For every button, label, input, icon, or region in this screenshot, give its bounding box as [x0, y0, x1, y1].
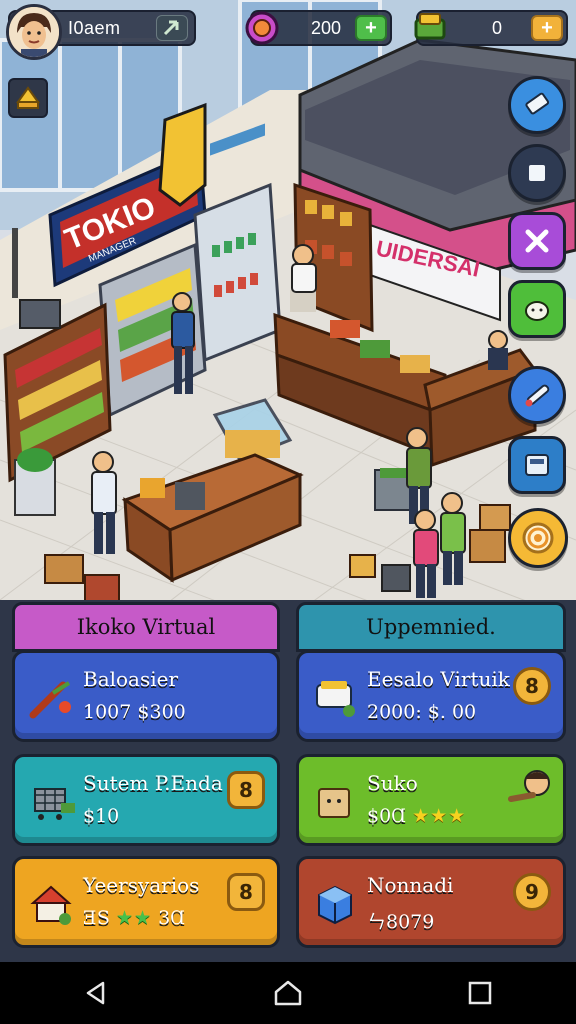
- section-title-left: Ikoko Virtual: [76, 615, 216, 639]
- house-icon: [30, 885, 72, 925]
- card-subtitle: ƎS ★★ 3Ɑ: [83, 907, 185, 929]
- card-title: Nonnadi: [367, 873, 454, 897]
- cash-amount: 0: [491, 17, 502, 38]
- collapse-arrow-icon: [163, 20, 179, 36]
- puppy-icon: [525, 301, 549, 321]
- stop-icon: [529, 165, 545, 181]
- spiral-icon: [522, 522, 554, 554]
- card-title: Suko: [367, 771, 418, 795]
- upgrade-card[interactable]: Sutem P.Enda $10 8: [12, 754, 280, 846]
- gem-amount: 200: [310, 17, 342, 38]
- level-badge: 9: [513, 873, 551, 911]
- paintbrush-icon: [525, 384, 550, 407]
- pet-button[interactable]: [508, 280, 566, 338]
- cash-stack-icon: [414, 13, 446, 40]
- cash-counter: 0 +: [414, 10, 568, 46]
- system-nav-bar: [0, 962, 576, 1024]
- card-subtitle: $10: [83, 805, 120, 827]
- stop-button[interactable]: [508, 144, 566, 202]
- card-subtitle: 1007 $300: [83, 701, 186, 723]
- register-icon: [525, 454, 549, 476]
- edit-button[interactable]: [508, 76, 566, 134]
- gem-icon: [245, 11, 279, 45]
- staff-portrait-icon: [508, 770, 550, 802]
- gem-counter: 200 +: [245, 10, 392, 46]
- avatar-face-icon: [9, 7, 59, 57]
- badge-icon: [16, 86, 40, 109]
- upgrade-card[interactable]: Suko $0Ɑ ★★★: [296, 754, 566, 846]
- level-badge: 8: [227, 873, 265, 911]
- price-extra: 3Ɑ: [158, 907, 186, 929]
- store-scene[interactable]: TOKIO MANAGER UIDERSAI: [0, 0, 576, 640]
- chili-icon: [29, 681, 71, 719]
- player-name: I0aem: [68, 17, 121, 38]
- star-rating: ★★: [115, 907, 153, 929]
- level-badge: 8: [227, 771, 265, 809]
- card-title: Baloasier: [83, 667, 179, 691]
- add-cash-button[interactable]: +: [531, 15, 563, 41]
- cube-icon: [318, 885, 352, 925]
- plus-icon: +: [365, 16, 377, 39]
- baker-npc: [291, 244, 317, 293]
- upgrade-card[interactable]: Nonnadi ㄣ8079 9: [296, 856, 566, 948]
- section-header-right: Uppemnied.: [296, 602, 566, 652]
- close-icon: [525, 229, 549, 253]
- upgrade-card[interactable]: Baloasier 1007 $300: [12, 650, 280, 742]
- achievements-button[interactable]: [8, 78, 48, 118]
- card-title: Eesalo Virtuik: [367, 667, 510, 691]
- section-title-right: Uppemnied.: [366, 615, 496, 639]
- avatar[interactable]: [6, 4, 62, 60]
- price: $0Ɑ: [367, 805, 407, 827]
- food-tray-icon: [316, 681, 355, 717]
- card-subtitle: ㄣ8079: [367, 911, 435, 933]
- upgrade-card[interactable]: Eesalo Virtuik 2000: $. 00 8: [296, 650, 566, 742]
- inventory-button[interactable]: [508, 436, 566, 494]
- collapse-button[interactable]: [156, 15, 188, 41]
- card-title: Sutem P.Enda: [83, 771, 223, 795]
- home-button[interactable]: [258, 971, 318, 1015]
- price: ƎS: [83, 907, 110, 929]
- upgrade-card[interactable]: Yeersyarios ƎS ★★ 3Ɑ 8: [12, 856, 280, 948]
- recents-button[interactable]: [450, 971, 510, 1015]
- spin-button[interactable]: [508, 508, 568, 568]
- back-button[interactable]: [66, 971, 126, 1015]
- star-rating: ★★★: [412, 805, 467, 827]
- add-gems-button[interactable]: +: [355, 15, 387, 41]
- plus-icon: +: [541, 16, 553, 39]
- close-button[interactable]: [508, 212, 566, 270]
- paint-button[interactable]: [508, 366, 566, 424]
- card-title: Yeersyarios: [83, 873, 200, 897]
- eraser-icon: [525, 92, 550, 115]
- section-header-left: Ikoko Virtual: [12, 602, 280, 652]
- box-icon: [318, 788, 350, 818]
- home-icon: [274, 980, 302, 1006]
- recents-icon: [468, 981, 492, 1005]
- shopping-cart-icon: [34, 788, 75, 820]
- card-subtitle: $0Ɑ ★★★: [367, 805, 466, 827]
- card-subtitle: 2000: $. 00: [367, 701, 477, 723]
- level-badge: 8: [513, 667, 551, 705]
- back-icon: [86, 981, 105, 1005]
